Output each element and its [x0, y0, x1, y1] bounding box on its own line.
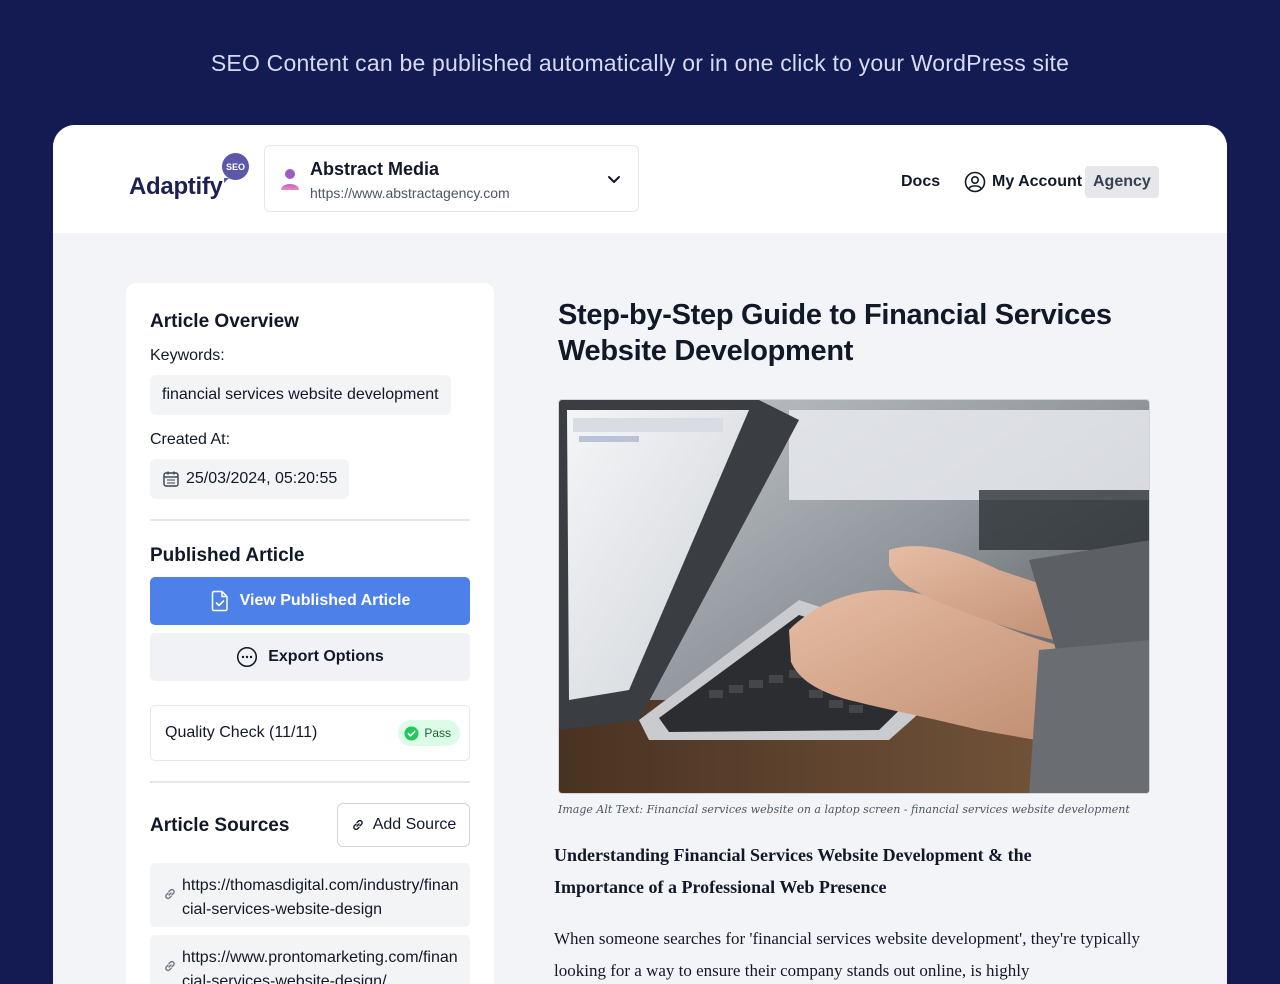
- divider: [150, 519, 470, 521]
- article-sources-heading: Article Sources: [150, 815, 290, 836]
- created-at-chip: 25/03/2024, 05:20:55: [150, 459, 350, 499]
- link-icon: [352, 819, 363, 831]
- top-header: Adaptify SEO Abstract Media https://www.…: [53, 125, 1227, 233]
- export-options-button[interactable]: Export Options: [150, 633, 470, 681]
- promo-headline: SEO Content can be published automatical…: [210, 50, 1070, 76]
- source-url[interactable]: https://www.prontomarketing.com/financia…: [182, 946, 462, 984]
- site-name: Abstract Media: [310, 159, 440, 179]
- quality-check-row[interactable]: Quality Check (11/11) Pass: [150, 705, 470, 761]
- keywords-label: Keywords:: [150, 347, 225, 364]
- status-badge: Pass: [398, 720, 460, 746]
- my-account-link[interactable]: My Account: [964, 171, 1082, 193]
- logo-seo-badge: SEO: [222, 153, 249, 183]
- article-title: Step-by-Step Guide to Financial Services…: [558, 299, 1112, 367]
- plan-badge: Agency: [1085, 166, 1159, 198]
- published-article-heading: Published Article: [150, 545, 305, 566]
- add-source-button[interactable]: Add Source: [337, 803, 470, 847]
- divider: [150, 781, 470, 783]
- chevron-down-icon[interactable]: [606, 171, 622, 187]
- article-subheading: Understanding Financial Services Website…: [554, 845, 1032, 897]
- status-badge-label: Pass: [424, 726, 451, 740]
- user-circle-icon: [964, 171, 986, 193]
- laptop-typing-photo: [559, 400, 1149, 793]
- keyword-chip: financial services website development: [150, 375, 451, 415]
- site-url: https://www.abstractagency.com: [310, 185, 510, 201]
- add-source-label: Add Source: [372, 816, 457, 833]
- view-published-article-label: View Published Article: [239, 592, 411, 609]
- docs-link[interactable]: Docs: [901, 173, 940, 191]
- keyword-value: financial services website development: [162, 386, 439, 403]
- image-alt-caption: Image Alt Text: Financial services websi…: [558, 803, 1130, 816]
- calendar-icon: [163, 471, 179, 487]
- article-header: Step-by-Step Guide to Financial Services…: [558, 297, 1158, 369]
- document-check-icon: [211, 590, 228, 612]
- article-sidebar: Article Overview Keywords: financial ser…: [126, 283, 494, 984]
- article-body-text: When someone searches for 'financial ser…: [554, 929, 1141, 980]
- my-account-label: My Account: [992, 173, 1083, 190]
- site-selector-dropdown[interactable]: Abstract Media https://www.abstractagenc…: [264, 145, 639, 212]
- logo[interactable]: Adaptify: [129, 173, 223, 201]
- created-at-label: Created At:: [150, 431, 231, 448]
- quality-check-label: Quality Check (11/11): [165, 724, 318, 741]
- export-options-label: Export Options: [268, 648, 384, 665]
- article-hero-image: [558, 399, 1150, 794]
- source-url[interactable]: https://thomasdigital.com/industry/finan…: [182, 874, 462, 922]
- app-window: Adaptify SEO Abstract Media https://www.…: [53, 125, 1227, 984]
- view-published-article-button[interactable]: View Published Article: [150, 577, 470, 625]
- more-horizontal-circle-icon: [237, 646, 258, 668]
- check-circle-icon: [404, 726, 419, 740]
- link-icon: [165, 888, 175, 900]
- list-item[interactable]: https://www.prontomarketing.com/financia…: [150, 935, 470, 984]
- created-at-value: 25/03/2024, 05:20:55: [186, 470, 338, 487]
- article-overview-heading: Article Overview: [150, 311, 299, 332]
- site-avatar-icon: [281, 169, 299, 190]
- list-item[interactable]: https://thomasdigital.com/industry/finan…: [150, 863, 470, 927]
- link-icon: [165, 960, 175, 972]
